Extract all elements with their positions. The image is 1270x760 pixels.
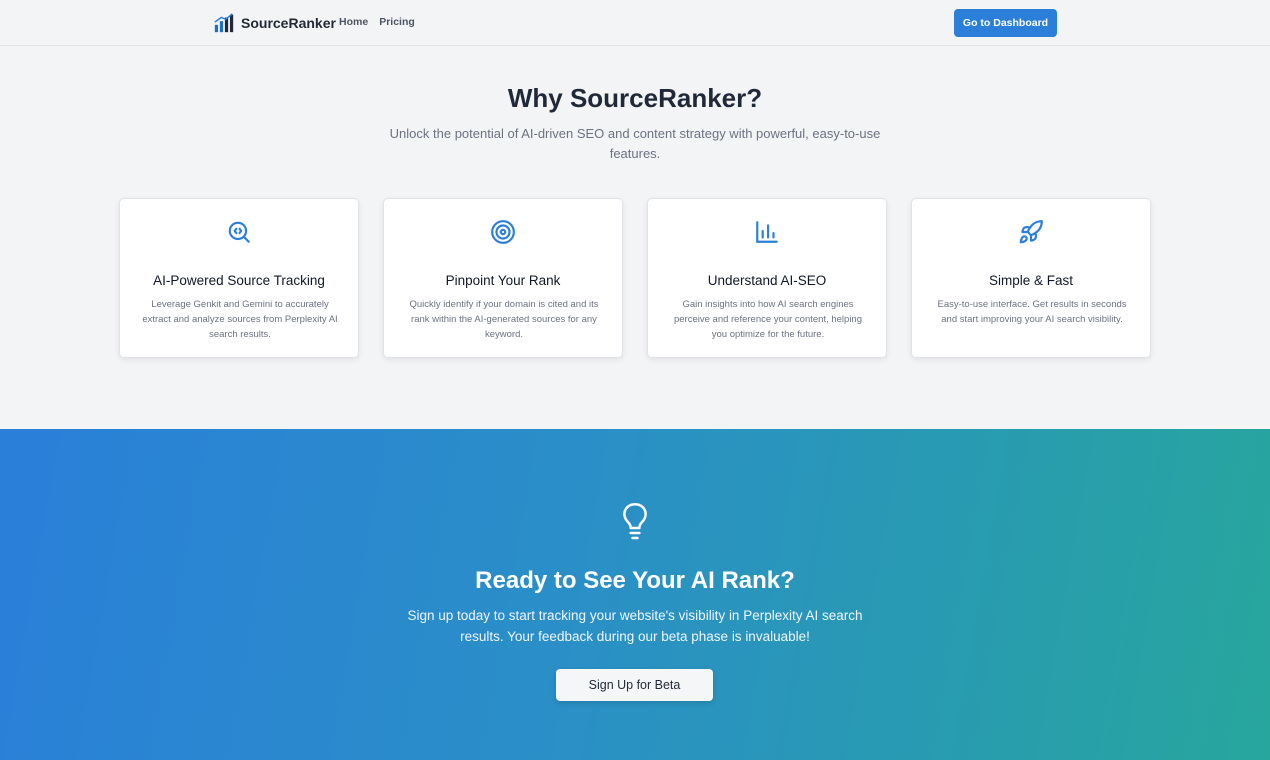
cta-section: Ready to See Your AI Rank? Sign up today…: [0, 429, 1270, 760]
rocket-icon: [1019, 220, 1043, 244]
feature-card-description: Quickly identify if your domain is cited…: [409, 299, 599, 340]
feature-card-title: Pinpoint Your Rank: [445, 273, 561, 288]
feature-card-source-tracking: AI-Powered Source Tracking Leverage Genk…: [119, 198, 359, 358]
bar-chart-logo-icon: [214, 13, 234, 33]
cta-title: Ready to See Your AI Rank?: [475, 567, 795, 594]
cta-subtitle: Sign up today to start tracking your web…: [407, 608, 863, 644]
go-to-dashboard-button[interactable]: Go to Dashboard: [954, 9, 1057, 37]
feature-card-title: Simple & Fast: [988, 273, 1074, 288]
top-header: SourceRanker Home Pricing Go to Dashboar…: [0, 0, 1270, 46]
sign-up-beta-button[interactable]: Sign Up for Beta: [556, 669, 713, 701]
brand-logo-link[interactable]: SourceRanker: [213, 11, 336, 35]
lightbulb-icon: [623, 503, 647, 540]
nav-link-pricing[interactable]: Pricing: [379, 16, 415, 28]
feature-card-pinpoint-rank: Pinpoint Your Rank Quickly identify if y…: [383, 198, 623, 358]
nav-link-home[interactable]: Home: [339, 16, 368, 28]
bar-chart-icon: [756, 221, 778, 243]
main-nav: Home Pricing: [339, 16, 415, 28]
feature-card-description: Leverage Genkit and Gemini to accurately…: [142, 299, 338, 340]
feature-card-title: Understand AI-SEO: [707, 273, 827, 288]
brand-name: SourceRanker: [241, 15, 336, 31]
feature-card-simple-fast: Simple & Fast Easy-to-use interface. Get…: [911, 198, 1151, 358]
features-title: Why SourceRanker?: [507, 83, 763, 113]
feature-card-title: AI-Powered Source Tracking: [153, 273, 325, 288]
feature-card-description: Easy-to-use interface. Get results in se…: [937, 299, 1127, 325]
feature-card-description: Gain insights into how AI search engines…: [673, 299, 862, 340]
target-icon: [491, 220, 515, 244]
search-code-icon: [228, 221, 250, 243]
feature-card-understand-ai-seo: Understand AI-SEO Gain insights into how…: [647, 198, 887, 358]
features-subtitle: Unlock the potential of AI-driven SEO an…: [389, 126, 881, 161]
